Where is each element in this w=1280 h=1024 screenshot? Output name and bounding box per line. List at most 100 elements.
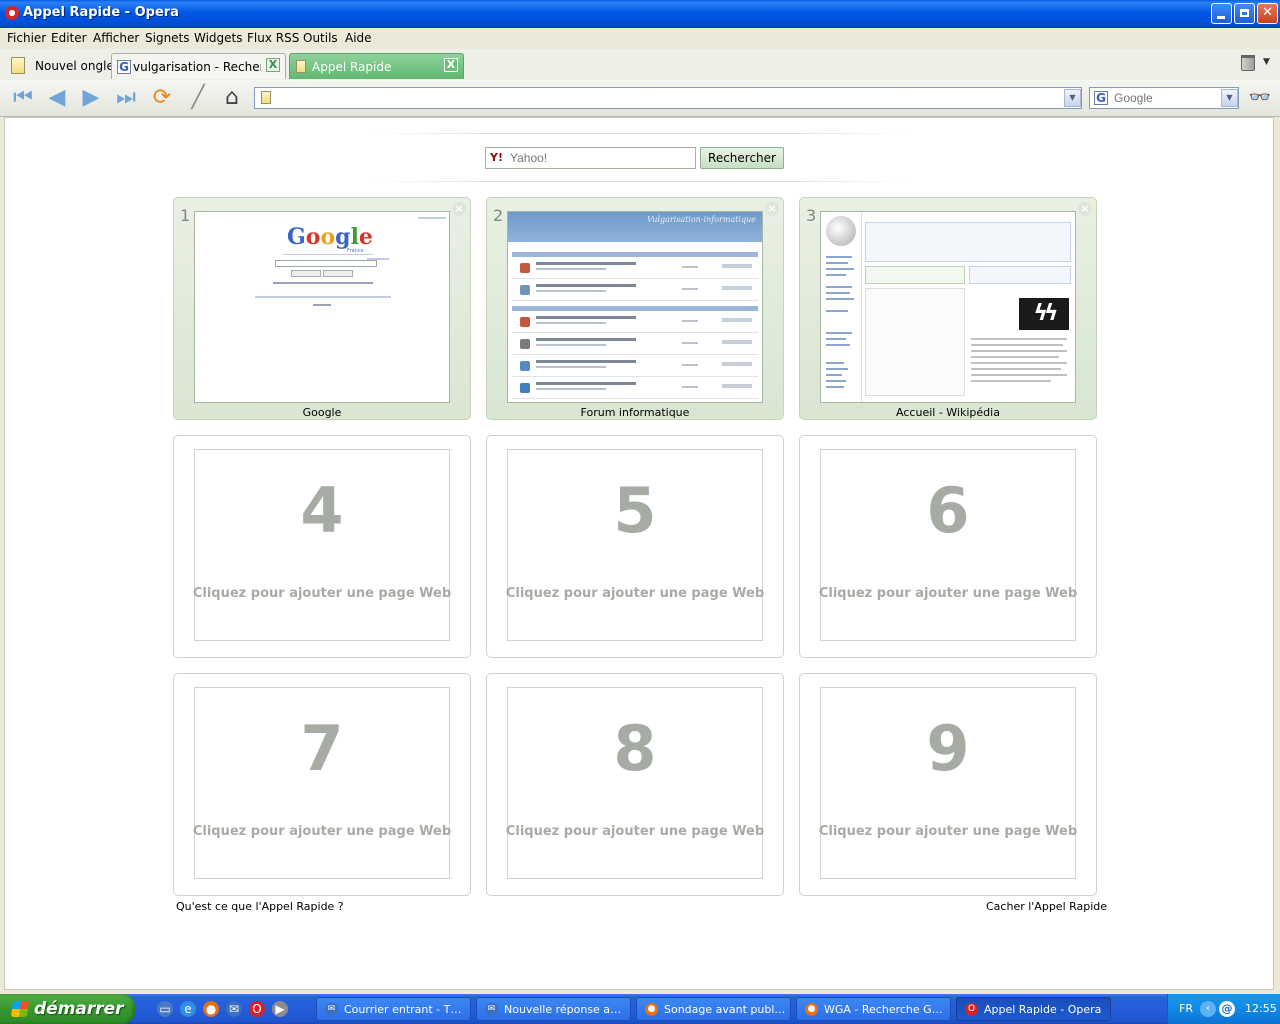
close-tab-icon[interactable]: X bbox=[444, 58, 458, 72]
rewind-button[interactable]: ⏮ bbox=[10, 86, 36, 112]
dial-thumbnail: Google France bbox=[194, 211, 450, 403]
forum-row bbox=[512, 312, 758, 333]
dial-big-number: 9 bbox=[926, 712, 970, 785]
firefox-icon[interactable]: ● bbox=[203, 1001, 219, 1017]
address-input[interactable] bbox=[279, 90, 1059, 104]
tab-label: vulgarisation - Recherch... bbox=[133, 60, 261, 74]
close-tab-icon[interactable]: X bbox=[266, 58, 280, 72]
dial-title: Forum informatique bbox=[580, 406, 690, 419]
menu-signets[interactable]: Signets bbox=[145, 31, 190, 45]
taskbar-item-nouvelle-reponse[interactable]: ✉ Nouvelle réponse app... bbox=[476, 997, 631, 1021]
media-player-icon[interactable]: ▶ bbox=[272, 1001, 288, 1017]
close-icon: ✕ bbox=[1262, 5, 1273, 20]
speed-dial-google[interactable]: 1 × Google France Google bbox=[173, 197, 471, 420]
menu-aide[interactable]: Aide bbox=[345, 31, 372, 45]
search-engine-dropdown[interactable]: ▼ bbox=[1221, 89, 1238, 107]
minimize-icon bbox=[1217, 16, 1225, 19]
taskbar-item-wga[interactable]: ● WGA - Recherche Go... bbox=[796, 997, 951, 1021]
speed-dial-empty-9[interactable]: 9 Cliquez pour ajouter une page Web bbox=[799, 673, 1097, 896]
opera-icon[interactable]: O bbox=[249, 1001, 265, 1017]
close-icon[interactable]: × bbox=[765, 202, 779, 216]
show-desktop-icon[interactable]: ▭ bbox=[157, 1001, 173, 1017]
tab-vulgarisation[interactable]: G vulgarisation - Recherch... X bbox=[111, 53, 286, 79]
taskbar-item-sondage[interactable]: ● Sondage avant public... bbox=[636, 997, 791, 1021]
forum-icon bbox=[520, 285, 530, 295]
chevron-left-icon[interactable]: ‹ bbox=[1200, 1001, 1216, 1017]
menu-editer[interactable]: Editer bbox=[51, 31, 87, 45]
yahoo-search-input[interactable] bbox=[510, 151, 690, 165]
google-favicon-icon: G bbox=[117, 60, 131, 74]
forum-icon bbox=[520, 383, 530, 393]
tab-label: Appel Rapide bbox=[312, 60, 392, 74]
close-icon[interactable]: × bbox=[452, 202, 466, 216]
dial-hint: Cliquez pour ajouter une page Web bbox=[818, 824, 1078, 839]
reload-button[interactable]: ⟳ bbox=[149, 86, 175, 112]
task-label: WGA - Recherche Go... bbox=[824, 1003, 946, 1016]
wiki-box bbox=[865, 266, 965, 284]
speed-dial-forum[interactable]: 2 × Vulgarisation-informatique Forum inf… bbox=[486, 197, 784, 420]
tab-appel-rapide[interactable]: Appel Rapide X bbox=[289, 53, 464, 79]
back-button[interactable]: ◀ bbox=[44, 86, 70, 112]
new-tab-button[interactable]: Nouvel onglet bbox=[4, 53, 119, 79]
menu-flux-rss[interactable]: Flux RSS bbox=[247, 31, 299, 45]
menu-bar: Fichier Editer Afficher Signets Widgets … bbox=[0, 28, 1280, 49]
menu-outils[interactable]: Outils bbox=[303, 31, 338, 45]
hide-speed-dial-link[interactable]: Cacher l'Appel Rapide bbox=[986, 900, 1107, 913]
speed-dial-wikipedia[interactable]: 3 × ϟϟ Accueil - Wikipédia bbox=[799, 197, 1097, 420]
menu-afficher[interactable]: Afficher bbox=[93, 31, 139, 45]
taskbar-item-courrier[interactable]: ✉ Courrier entrant - Th... bbox=[316, 997, 471, 1021]
google-favicon-icon: G bbox=[1094, 91, 1108, 105]
rechercher-button[interactable]: Rechercher bbox=[700, 147, 784, 169]
chevron-down-icon: ▼ bbox=[1069, 93, 1076, 102]
dial-big-number: 4 bbox=[300, 474, 344, 547]
glasses-icon[interactable]: 👓 bbox=[1246, 89, 1274, 107]
maximize-button[interactable] bbox=[1234, 3, 1255, 24]
home-button[interactable]: ⌂ bbox=[219, 86, 245, 112]
clock[interactable]: 12:55 bbox=[1245, 1002, 1277, 1015]
close-window-button[interactable]: ✕ bbox=[1257, 3, 1278, 24]
wiki-welcome-box bbox=[865, 222, 1071, 262]
forward-button[interactable]: ▶ bbox=[78, 86, 104, 112]
forum-row bbox=[512, 280, 758, 301]
address-history-dropdown[interactable]: ▼ bbox=[1064, 89, 1081, 107]
window-titlebar[interactable]: Appel Rapide - Opera ✕ bbox=[0, 0, 1280, 28]
menu-fichier[interactable]: Fichier bbox=[7, 31, 46, 45]
dial-hint: Cliquez pour ajouter une page Web bbox=[192, 824, 452, 839]
speed-dial-empty-8[interactable]: 8 Cliquez pour ajouter une page Web bbox=[486, 673, 784, 896]
wiki-sidebar bbox=[821, 212, 862, 402]
forum-row bbox=[512, 378, 758, 399]
taskbar-item-appel-rapide[interactable]: O Appel Rapide - Opera bbox=[956, 997, 1111, 1021]
start-label: démarrer bbox=[34, 999, 124, 1019]
search-input[interactable] bbox=[1114, 91, 1214, 105]
dial-hint: Cliquez pour ajouter une page Web bbox=[505, 824, 765, 839]
trash-icon[interactable] bbox=[1241, 55, 1255, 71]
divider bbox=[371, 133, 909, 134]
close-icon[interactable]: × bbox=[1078, 202, 1092, 216]
thunderbird-icon[interactable]: ✉ bbox=[226, 1001, 242, 1017]
speed-dial-empty-7[interactable]: 7 Cliquez pour ajouter une page Web bbox=[173, 673, 471, 896]
address-bar[interactable] bbox=[254, 87, 1082, 109]
wand-button[interactable]: ╱ bbox=[185, 86, 211, 112]
google-logo: Google bbox=[287, 224, 373, 250]
speed-dial-empty-6[interactable]: 6 Cliquez pour ajouter une page Web bbox=[799, 435, 1097, 658]
language-indicator[interactable]: FR bbox=[1179, 1002, 1193, 1015]
network-icon[interactable]: @ bbox=[1219, 1001, 1235, 1017]
dial-big-number: 5 bbox=[613, 474, 657, 547]
thumb-input bbox=[275, 260, 377, 267]
internet-explorer-icon[interactable]: e bbox=[180, 1001, 196, 1017]
fast-forward-button[interactable]: ⏭ bbox=[113, 86, 139, 112]
start-button[interactable]: démarrer bbox=[0, 994, 135, 1024]
menu-widgets[interactable]: Widgets bbox=[194, 31, 243, 45]
yahoo-search-box[interactable]: Y! bbox=[485, 147, 696, 169]
dial-hint: Cliquez pour ajouter une page Web bbox=[192, 586, 452, 601]
speed-dial-empty-4[interactable]: 4 Cliquez pour ajouter une page Web bbox=[173, 435, 471, 658]
document-icon bbox=[296, 60, 306, 73]
dial-hint: Cliquez pour ajouter une page Web bbox=[818, 586, 1078, 601]
thumb-link bbox=[283, 254, 373, 255]
minimize-button[interactable] bbox=[1211, 3, 1232, 24]
search-box[interactable]: G ▼ bbox=[1089, 87, 1239, 109]
speed-dial-help-link[interactable]: Qu'est ce que l'Appel Rapide ? bbox=[176, 900, 344, 913]
forum-icon bbox=[520, 263, 530, 273]
chevron-down-icon[interactable]: ▼ bbox=[1263, 57, 1270, 67]
speed-dial-empty-5[interactable]: 5 Cliquez pour ajouter une page Web bbox=[486, 435, 784, 658]
